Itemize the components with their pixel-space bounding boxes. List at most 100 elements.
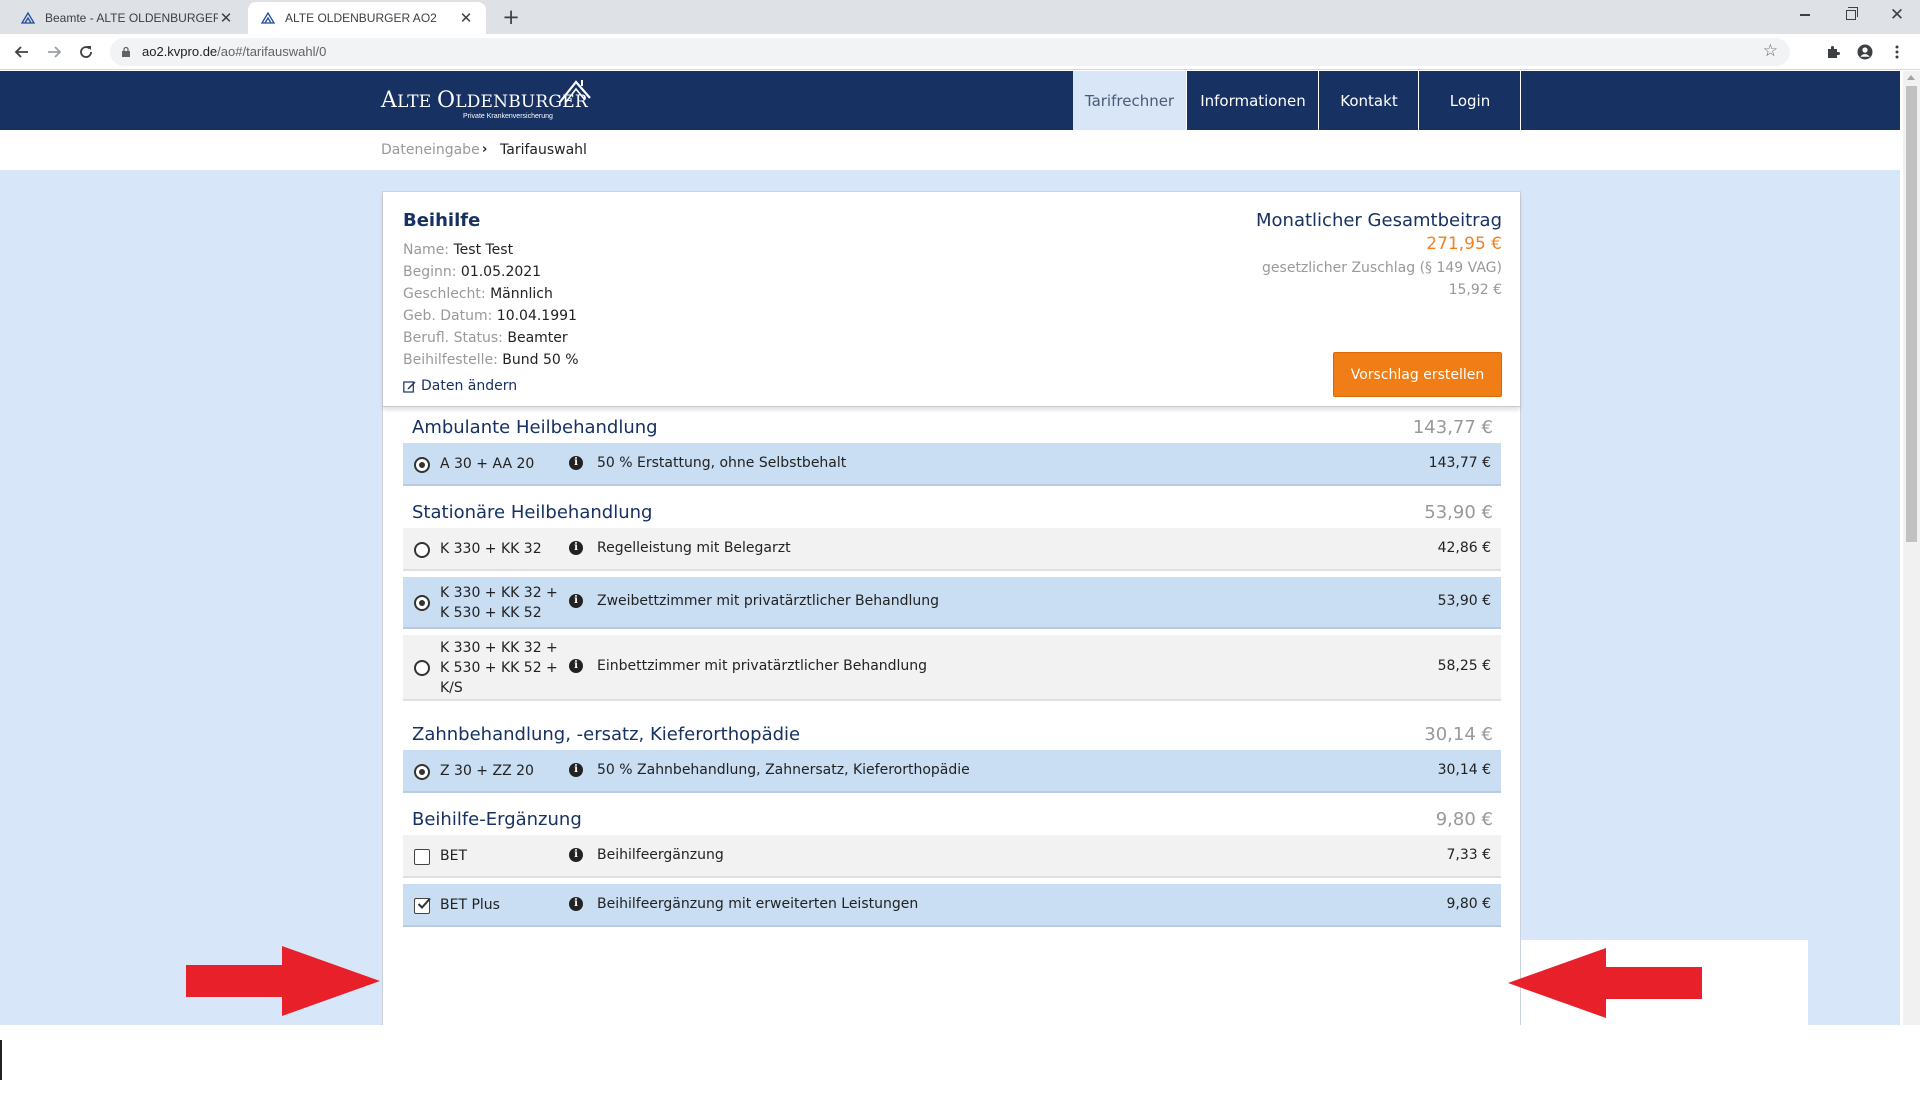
address-bar[interactable]: ao2.kvpro.de/ao#/tarifauswahl/0 ☆ xyxy=(110,38,1790,66)
tariff-card: Beihilfe Name: Test Test Beginn: 01.05.2… xyxy=(382,191,1521,1025)
annotation-arrow-right-icon xyxy=(186,946,380,1016)
tariff-name-line: K 330 + KK 32 + xyxy=(440,640,558,656)
nav-login[interactable]: Login xyxy=(1420,71,1521,130)
tariff-row-z30-zz20[interactable]: Z 30 + ZZ 20 i 50 % Zahnbehandlung, Zahn… xyxy=(403,750,1501,793)
new-tab-button[interactable]: + xyxy=(498,5,524,31)
tariff-price: 9,80 € xyxy=(1446,896,1491,912)
field-name: Name: Test Test xyxy=(403,242,513,258)
field-label: Geschlecht: xyxy=(403,286,486,302)
info-icon[interactable]: i xyxy=(569,848,583,862)
url-host: ao2.kvpro.de xyxy=(142,44,218,59)
arrow-right-icon xyxy=(48,46,62,58)
tariff-price: 53,90 € xyxy=(1437,593,1491,609)
tariff-row-a30-aa20[interactable]: A 30 + AA 20 i 50 % Erstattung, ohne Sel… xyxy=(403,443,1501,486)
field-beihilfestelle: Beihilfestelle: Bund 50 % xyxy=(403,352,579,368)
tariff-name: K 330 + KK 32 xyxy=(440,541,542,557)
site-header: ALTE OLDENBURGER Private Krankenversiche… xyxy=(0,71,1900,130)
nav-kontakt[interactable]: Kontakt xyxy=(1320,71,1419,130)
tariff-row-bet-plus[interactable]: BET Plus i Beihilfeergänzung mit erweite… xyxy=(403,884,1501,927)
info-icon[interactable]: i xyxy=(569,659,583,673)
tariff-name: BET Plus xyxy=(440,897,500,913)
tariff-name-line: K 530 + KK 52 xyxy=(440,605,542,621)
field-value: 01.05.2021 xyxy=(460,264,542,280)
scroll-up-arrow-icon[interactable] xyxy=(1907,75,1915,80)
info-icon[interactable]: i xyxy=(569,456,583,470)
radio-button[interactable] xyxy=(414,660,430,676)
restore-icon xyxy=(1846,7,1858,20)
nav-informationen[interactable]: Informationen xyxy=(1188,71,1319,130)
tariff-price: 42,86 € xyxy=(1437,540,1491,556)
alte-oldenburger-logo[interactable]: ALTE OLDENBURGER Private Krankenversiche… xyxy=(381,78,601,124)
create-proposal-button[interactable]: Vorschlag erstellen xyxy=(1333,352,1502,397)
tariff-price: 143,77 € xyxy=(1428,455,1491,471)
tariff-name-line: K 530 + KK 52 + xyxy=(440,660,558,676)
back-button[interactable] xyxy=(10,40,34,64)
tariff-name: K 330 + KK 32 + K 530 + KK 52 xyxy=(440,583,558,623)
edit-data-link[interactable]: Daten ändern xyxy=(403,378,517,394)
logo-roof-icon xyxy=(559,80,591,103)
logo-letter: O xyxy=(436,88,456,113)
scrollbar-thumb[interactable] xyxy=(1906,86,1917,542)
window-close-button[interactable]: ✕ xyxy=(1874,0,1920,30)
forward-button[interactable] xyxy=(42,40,66,64)
checkbox[interactable] xyxy=(414,849,430,865)
radio-button[interactable] xyxy=(414,764,430,780)
info-icon[interactable]: i xyxy=(569,594,583,608)
section-title: Stationäre Heilbehandlung xyxy=(412,502,653,523)
section-title: Ambulante Heilbehandlung xyxy=(412,417,658,438)
avatar-icon xyxy=(1857,44,1873,60)
info-icon[interactable]: i xyxy=(569,541,583,555)
site-favicon-icon xyxy=(260,10,276,26)
logo-letter: A xyxy=(381,88,398,113)
tariff-name-line: K/S xyxy=(440,680,463,696)
radio-button[interactable] xyxy=(414,595,430,611)
browser-toolbar: ao2.kvpro.de/ao#/tarifauswahl/0 ☆ xyxy=(0,34,1920,70)
tariff-name: BET xyxy=(440,848,468,864)
browser-menu-button[interactable] xyxy=(1885,40,1909,64)
surcharge-label: gesetzlicher Zuschlag (§ 149 VAG) xyxy=(1262,260,1502,276)
field-label: Name: xyxy=(403,242,450,258)
breadcrumb-separator: › xyxy=(482,142,488,157)
tariff-row-bet[interactable]: BET i Beihilfeergänzung 7,33 € xyxy=(403,835,1501,878)
radio-button[interactable] xyxy=(414,542,430,558)
breadcrumb-dateneingabe[interactable]: Dateneingabe xyxy=(381,142,480,158)
tariff-row-k330-kk32[interactable]: K 330 + KK 32 i Regelleistung mit Belega… xyxy=(403,528,1501,571)
field-label: Beihilfestelle: xyxy=(403,352,498,368)
site-favicon-icon xyxy=(20,10,36,26)
tariff-row-k330-k530[interactable]: K 330 + KK 32 + K 530 + KK 52 i Zweibettz… xyxy=(403,577,1501,629)
window-minimize-button[interactable] xyxy=(1782,0,1828,30)
profile-button[interactable] xyxy=(1853,40,1877,64)
surcharge-value: 15,92 € xyxy=(1448,282,1502,298)
browser-tab-beamte[interactable]: Beamte - ALTE OLDENBURGER ✕ xyxy=(8,2,246,34)
tariff-description: Regelleistung mit Belegarzt xyxy=(597,540,791,556)
field-status: Berufl. Status: Beamter xyxy=(403,330,568,346)
info-icon[interactable]: i xyxy=(569,897,583,911)
tariff-row-k330-k530-ks[interactable]: K 330 + KK 32 + K 530 + KK 52 + K/S i Einb… xyxy=(403,635,1501,701)
extensions-button[interactable] xyxy=(1821,40,1845,64)
tariff-name-line: K 330 + KK 32 + xyxy=(440,585,558,601)
close-tab-icon[interactable]: ✕ xyxy=(458,9,474,27)
checkbox[interactable] xyxy=(414,897,431,914)
field-value: Test Test xyxy=(453,242,514,258)
browser-tab-ao2[interactable]: ALTE OLDENBURGER AO2 ✕ xyxy=(248,2,486,34)
nav-tarifrechner[interactable]: Tarifrechner xyxy=(1073,71,1187,130)
monthly-total-value: 271,95 € xyxy=(1426,234,1502,254)
tariff-description: Beihilfeergänzung mit erweiterten Leistu… xyxy=(597,896,919,912)
tariff-description: Einbettzimmer mit privatärztlicher Behan… xyxy=(597,658,928,674)
section-title: Beihilfe-Ergänzung xyxy=(412,809,582,830)
close-tab-icon[interactable]: ✕ xyxy=(218,9,234,27)
customer-summary: Beihilfe Name: Test Test Beginn: 01.05.2… xyxy=(383,192,1520,407)
edit-icon xyxy=(403,380,416,393)
section-title: Zahnbehandlung, -ersatz, Kieferorthopädi… xyxy=(412,724,801,745)
window-restore-button[interactable] xyxy=(1828,0,1874,30)
bookmark-star-icon[interactable]: ☆ xyxy=(1763,41,1778,61)
field-geburtsdatum: Geb. Datum: 10.04.1991 xyxy=(403,308,577,324)
field-geschlecht: Geschlecht: Männlich xyxy=(403,286,553,302)
browser-tab-bar: Beamte - ALTE OLDENBURGER ✕ ALTE OLDENBU… xyxy=(0,0,1920,34)
url-path: /ao#/tarifauswahl/0 xyxy=(217,44,327,59)
field-label: Berufl. Status: xyxy=(403,330,503,346)
radio-button[interactable] xyxy=(414,457,430,473)
annotation-arrow-left-icon xyxy=(1508,948,1702,1018)
info-icon[interactable]: i xyxy=(569,763,583,777)
reload-button[interactable] xyxy=(74,40,98,64)
